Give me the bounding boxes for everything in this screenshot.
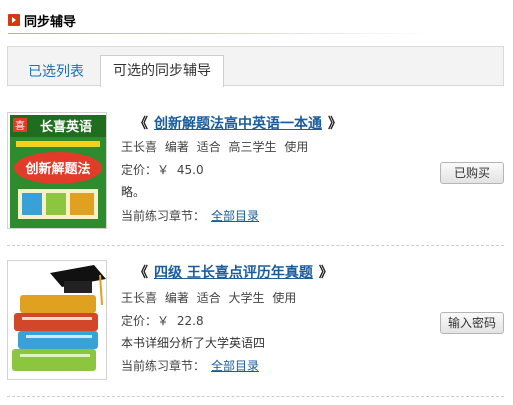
book-title-row: 《 四级 王长喜点评历年真题 》 bbox=[128, 263, 339, 281]
item-divider bbox=[7, 396, 504, 397]
chapter-label: 当前练习章节： bbox=[121, 359, 206, 373]
author: 王长喜 bbox=[121, 140, 158, 154]
book-price: 定价：￥ 22.8 bbox=[121, 312, 204, 329]
price-value: 45.0 bbox=[176, 163, 204, 177]
enter-password-button[interactable]: 输入密码 bbox=[440, 312, 504, 334]
price-label: 定价： bbox=[121, 163, 158, 177]
current-chapter: 当前练习章节： 全部目录 bbox=[121, 357, 259, 374]
cover-title-text: 创新解题法 bbox=[24, 161, 90, 177]
purchased-button[interactable]: 已购买 bbox=[440, 162, 504, 184]
use-label: 使用 bbox=[272, 291, 297, 305]
tab-bar: 已选列表 可选的同步辅导 bbox=[7, 46, 504, 87]
tab-selected-list[interactable]: 已选列表 bbox=[16, 60, 96, 87]
section-title: 同步辅导 bbox=[24, 14, 77, 30]
cover-brand-text: 长喜英语 bbox=[40, 119, 92, 135]
book-cover-image[interactable]: 喜 长喜英语 创新解题法 bbox=[7, 112, 107, 229]
section-header: 同步辅导 bbox=[8, 10, 76, 30]
price-value: 22.8 bbox=[176, 314, 204, 328]
quote-close: 》 bbox=[328, 116, 342, 132]
author-role: 编著 bbox=[164, 291, 189, 305]
header-divider bbox=[8, 33, 430, 34]
quote-open: 《 bbox=[134, 265, 148, 281]
all-contents-link[interactable]: 全部目录 bbox=[211, 209, 259, 223]
panel-frame: 同步辅导 已选列表 可选的同步辅导 喜 长喜英语 创新解题法 《 创新解题法高中… bbox=[0, 0, 514, 405]
suitable-label: 适合 bbox=[196, 291, 221, 305]
quote-open: 《 bbox=[134, 116, 148, 132]
all-contents-link[interactable]: 全部目录 bbox=[211, 359, 259, 373]
book-title-link[interactable]: 创新解题法高中英语一本通 bbox=[154, 113, 322, 133]
author: 王长喜 bbox=[121, 291, 158, 305]
book-title-row: 《 创新解题法高中英语一本通 》 bbox=[128, 114, 348, 132]
arrow-right-icon bbox=[8, 14, 20, 26]
currency-symbol: ￥ bbox=[157, 314, 170, 328]
book-meta: 王长喜 编著 适合 大学生 使用 bbox=[121, 289, 296, 306]
audience: 大学生 bbox=[228, 291, 265, 305]
item-divider bbox=[7, 245, 504, 246]
audience: 高三学生 bbox=[228, 140, 277, 154]
use-label: 使用 bbox=[284, 140, 309, 154]
suitable-label: 适合 bbox=[196, 140, 221, 154]
current-chapter: 当前练习章节： 全部目录 bbox=[121, 207, 259, 224]
author-role: 编著 bbox=[164, 140, 189, 154]
book-description: 本书详细分析了大学英语四 bbox=[121, 336, 266, 350]
book-meta: 王长喜 编著 适合 高三学生 使用 bbox=[121, 138, 308, 155]
svg-text:喜: 喜 bbox=[15, 119, 25, 132]
tab-available-tutoring[interactable]: 可选的同步辅导 bbox=[100, 55, 224, 87]
book-price: 定价：￥ 45.0 bbox=[121, 161, 204, 178]
quote-close: 》 bbox=[318, 265, 333, 281]
book-description: 略。 bbox=[121, 185, 146, 199]
currency-symbol: ￥ bbox=[157, 163, 170, 177]
book-title-link[interactable]: 四级 王长喜点评历年真题 bbox=[154, 262, 313, 282]
price-label: 定价： bbox=[121, 314, 158, 328]
chapter-label: 当前练习章节： bbox=[121, 209, 206, 223]
book-cover-image[interactable] bbox=[7, 260, 107, 380]
